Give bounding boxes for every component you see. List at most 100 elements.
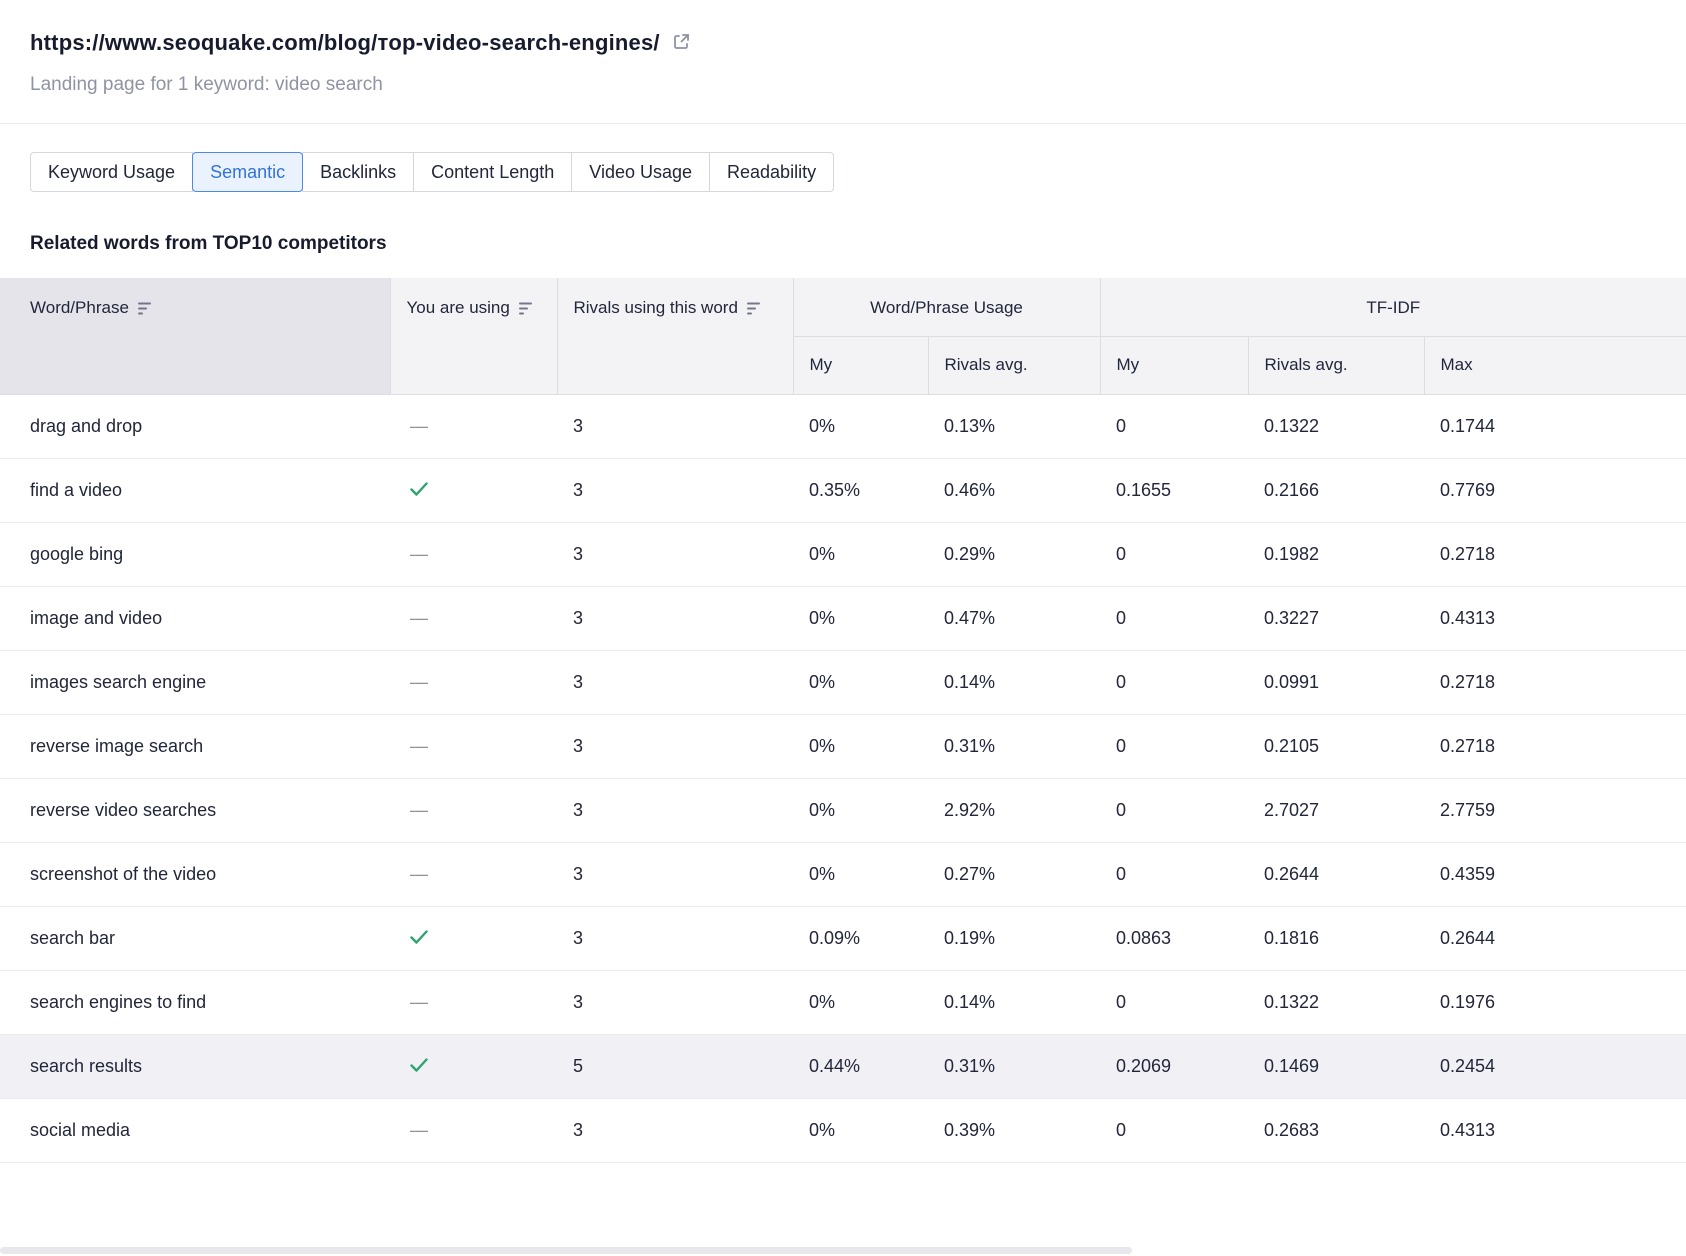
column-header-you-are-using[interactable]: You are using	[390, 278, 557, 394]
cell-max-tfidf: 0.7769	[1424, 458, 1686, 522]
tab-keyword-usage[interactable]: Keyword Usage	[30, 152, 193, 192]
cell-my-tfidf: 0	[1100, 714, 1248, 778]
cell-rivals-avg-usage: 0.14%	[928, 650, 1100, 714]
cell-my-usage: 0%	[793, 714, 928, 778]
table-row: search results50.44%0.31%0.20690.14690.2…	[0, 1034, 1686, 1098]
cell-rivals-avg-tfidf: 0.1816	[1248, 906, 1424, 970]
tab-video-usage[interactable]: Video Usage	[571, 152, 710, 192]
cell-rivals-count: 3	[557, 842, 793, 906]
column-header-rivals-using[interactable]: Rivals using this word	[557, 278, 793, 394]
dash-icon: —	[410, 416, 428, 436]
cell-rivals-avg-tfidf: 0.1469	[1248, 1034, 1424, 1098]
column-header-you-are-using-label: You are using	[407, 298, 510, 318]
cell-rivals-avg-usage: 0.39%	[928, 1098, 1100, 1162]
cell-my-usage: 0.44%	[793, 1034, 928, 1098]
dash-icon: —	[410, 800, 428, 820]
dash-icon: —	[410, 736, 428, 756]
cell-you-are-using: —	[390, 522, 557, 586]
cell-you-are-using: —	[390, 970, 557, 1034]
cell-my-usage: 0.09%	[793, 906, 928, 970]
cell-rivals-avg-tfidf: 0.2166	[1248, 458, 1424, 522]
cell-rivals-avg-tfidf: 0.1982	[1248, 522, 1424, 586]
cell-word-phrase: screenshot of the video	[0, 842, 390, 906]
table-row: search bar30.09%0.19%0.08630.18160.2644	[0, 906, 1686, 970]
tab-bar: Keyword UsageSemanticBacklinksContent Le…	[30, 152, 1686, 192]
cell-rivals-count: 5	[557, 1034, 793, 1098]
cell-my-tfidf: 0	[1100, 522, 1248, 586]
page-subtitle: Landing page for 1 keyword: video search	[30, 74, 1656, 123]
cell-rivals-avg-usage: 0.27%	[928, 842, 1100, 906]
cell-my-usage: 0%	[793, 394, 928, 458]
column-header-my-tfidf[interactable]: My	[1100, 336, 1248, 394]
cell-max-tfidf: 0.2718	[1424, 650, 1686, 714]
cell-rivals-avg-usage: 0.46%	[928, 458, 1100, 522]
section-title: Related words from TOP10 competitors	[30, 233, 1686, 255]
cell-my-tfidf: 0	[1100, 970, 1248, 1034]
cell-word-phrase: search results	[0, 1034, 390, 1098]
cell-rivals-count: 3	[557, 778, 793, 842]
dash-icon: —	[410, 864, 428, 884]
cell-my-tfidf: 0	[1100, 394, 1248, 458]
cell-max-tfidf: 2.7759	[1424, 778, 1686, 842]
tab-semantic[interactable]: Semantic	[192, 152, 303, 192]
cell-my-tfidf: 0	[1100, 778, 1248, 842]
sort-icon[interactable]	[138, 302, 154, 315]
tab-content-length[interactable]: Content Length	[413, 152, 572, 192]
cell-my-tfidf: 0.0863	[1100, 906, 1248, 970]
cell-my-usage: 0%	[793, 842, 928, 906]
cell-rivals-count: 3	[557, 394, 793, 458]
column-header-word-phrase[interactable]: Word/Phrase	[0, 278, 390, 394]
cell-rivals-avg-tfidf: 0.0991	[1248, 650, 1424, 714]
check-icon	[410, 1058, 428, 1072]
cell-word-phrase: search bar	[0, 906, 390, 970]
cell-word-phrase: social media	[0, 1098, 390, 1162]
table-header: Word/Phrase You are using	[0, 278, 1686, 394]
column-header-rivals-avg-usage[interactable]: Rivals avg.	[928, 336, 1100, 394]
dash-icon: —	[410, 992, 428, 1012]
header-divider	[0, 123, 1686, 124]
cell-max-tfidf: 0.4313	[1424, 1098, 1686, 1162]
column-header-rivals-using-label: Rivals using this word	[574, 298, 738, 318]
column-header-my-usage[interactable]: My	[793, 336, 928, 394]
cell-rivals-avg-usage: 2.92%	[928, 778, 1100, 842]
cell-you-are-using: —	[390, 778, 557, 842]
external-link-icon[interactable]	[672, 32, 691, 51]
horizontal-scrollbar-track[interactable]	[0, 1246, 1686, 1256]
cell-you-are-using	[390, 458, 557, 522]
cell-rivals-avg-tfidf: 2.7027	[1248, 778, 1424, 842]
cell-word-phrase: images search engine	[0, 650, 390, 714]
sort-icon[interactable]	[519, 302, 535, 315]
dash-icon: —	[410, 672, 428, 692]
sort-icon[interactable]	[747, 302, 763, 315]
cell-rivals-avg-tfidf: 0.2683	[1248, 1098, 1424, 1162]
table-row: reverse video searches—30%2.92%02.70272.…	[0, 778, 1686, 842]
cell-rivals-count: 3	[557, 714, 793, 778]
url-row: https://www.seoquake.com/blog/тop-video-…	[30, 30, 1656, 56]
column-header-max-tfidf[interactable]: Max	[1424, 336, 1686, 394]
column-group-word-phrase-usage: Word/Phrase Usage	[793, 278, 1100, 336]
cell-rivals-avg-usage: 0.47%	[928, 586, 1100, 650]
related-words-table: Word/Phrase You are using	[0, 278, 1686, 1163]
cell-you-are-using: —	[390, 1098, 557, 1162]
table-row: drag and drop—30%0.13%00.13220.1744	[0, 394, 1686, 458]
tab-readability[interactable]: Readability	[709, 152, 834, 192]
check-icon	[410, 930, 428, 944]
cell-rivals-count: 3	[557, 1098, 793, 1162]
cell-rivals-count: 3	[557, 586, 793, 650]
cell-my-usage: 0%	[793, 1098, 928, 1162]
tab-backlinks[interactable]: Backlinks	[302, 152, 414, 192]
cell-rivals-avg-tfidf: 0.2105	[1248, 714, 1424, 778]
cell-you-are-using: —	[390, 586, 557, 650]
column-header-rivals-avg-tfidf[interactable]: Rivals avg.	[1248, 336, 1424, 394]
cell-rivals-avg-usage: 0.31%	[928, 1034, 1100, 1098]
table-row: images search engine—30%0.14%00.09910.27…	[0, 650, 1686, 714]
cell-rivals-avg-tfidf: 0.1322	[1248, 970, 1424, 1034]
cell-rivals-count: 3	[557, 906, 793, 970]
table-row: find a video30.35%0.46%0.16550.21660.776…	[0, 458, 1686, 522]
horizontal-scrollbar-thumb[interactable]	[0, 1247, 1132, 1254]
table-row: search engines to find—30%0.14%00.13220.…	[0, 970, 1686, 1034]
cell-max-tfidf: 0.2718	[1424, 522, 1686, 586]
dash-icon: —	[410, 1120, 428, 1140]
cell-rivals-count: 3	[557, 458, 793, 522]
cell-rivals-avg-usage: 0.29%	[928, 522, 1100, 586]
